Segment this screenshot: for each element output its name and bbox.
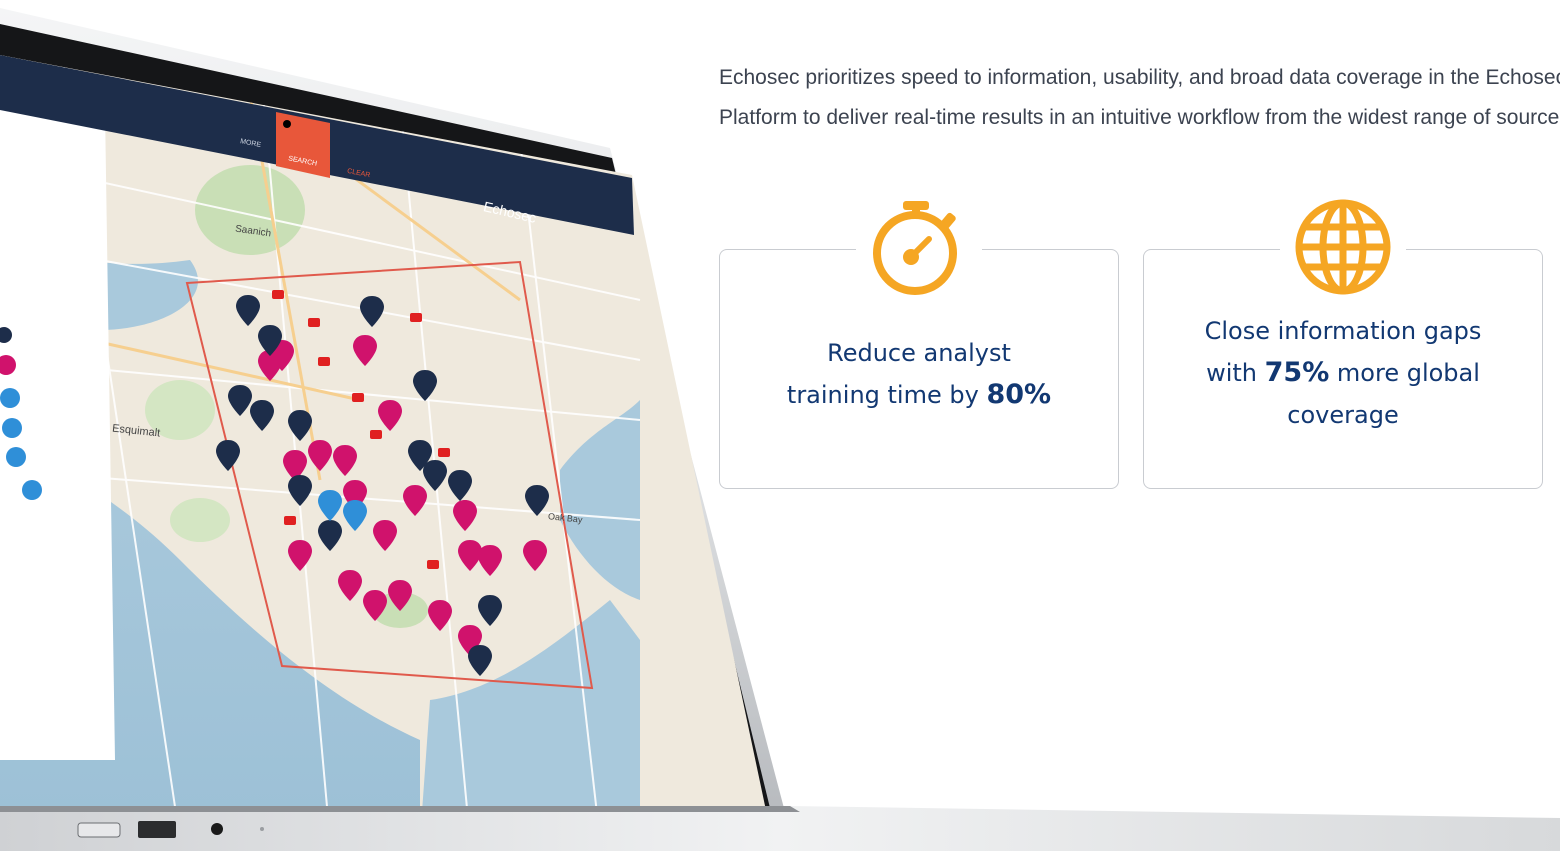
thunderbolt-port — [77, 822, 121, 838]
card-text-line: Reduce analyst — [827, 339, 1011, 367]
feature-card-coverage: Close information gaps with 75% more glo… — [1143, 194, 1543, 489]
intro-line-1: Echosec prioritizes speed to information… — [719, 66, 1560, 89]
feature-card-training: Reduce analyst training time by 80% — [719, 194, 1119, 489]
stopwatch-icon — [856, 194, 982, 300]
feature-card-coverage-text: Close information gaps with 75% more glo… — [1164, 310, 1522, 436]
card-text-line: training time by — [786, 381, 979, 409]
intro-line-2: Platform to deliver real-time results in… — [719, 106, 1560, 129]
map-screen — [0, 55, 768, 820]
usb-port — [138, 821, 176, 838]
mic-hole — [260, 827, 264, 831]
card-text-line: Close information gaps — [1204, 317, 1482, 345]
intro-paragraph: Echosec prioritizes speed to information… — [719, 58, 1560, 138]
card-text-line: more global — [1336, 359, 1480, 387]
laptop-base — [0, 806, 1560, 851]
card-highlight-stat: 75% — [1264, 357, 1330, 388]
card-highlight-stat: 80% — [986, 379, 1052, 410]
card-text-line: coverage — [1287, 401, 1399, 429]
headphone-jack — [211, 823, 223, 835]
feature-card-training-text: Reduce analyst training time by 80% — [740, 332, 1098, 416]
webcam — [283, 120, 291, 128]
globe-icon — [1280, 194, 1406, 300]
card-text-line: with — [1206, 359, 1257, 387]
